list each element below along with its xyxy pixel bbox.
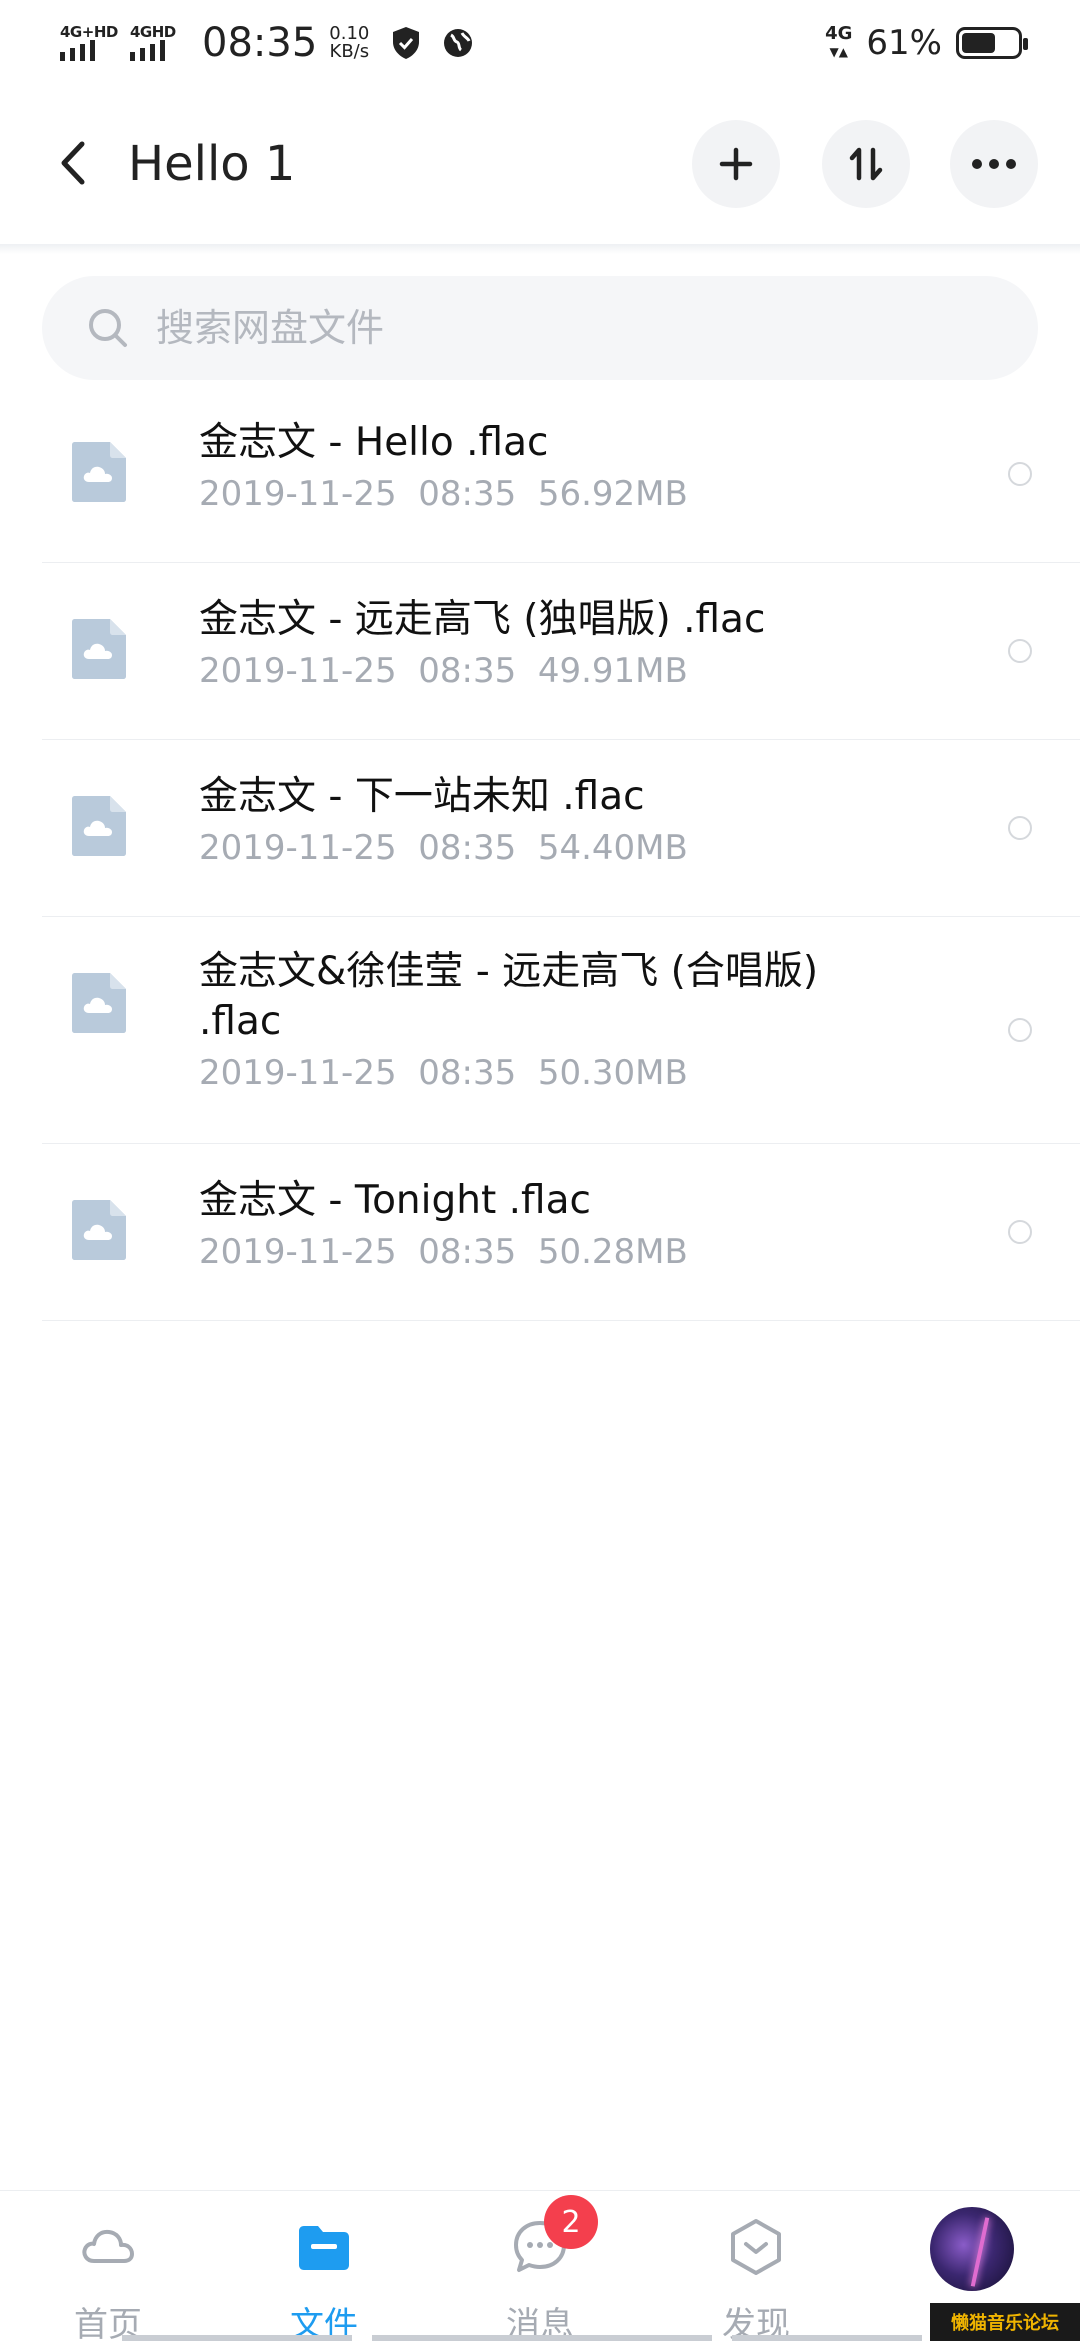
file-list: 金志文 - Hello .flac 2019-11-25 08:35 56.92M… bbox=[42, 386, 1080, 1321]
file-time: 08:35 bbox=[418, 651, 517, 691]
file-row[interactable]: 金志文 - Tonight .flac 2019-11-25 08:35 50.2… bbox=[42, 1144, 1080, 1321]
select-radio[interactable] bbox=[1008, 639, 1032, 663]
select-radio[interactable] bbox=[1008, 1018, 1032, 1042]
app-header: Hello 1 bbox=[0, 84, 1080, 244]
file-date: 2019-11-25 bbox=[199, 1232, 397, 1272]
select-radio[interactable] bbox=[1008, 462, 1032, 486]
file-text: 金志文 - Hello .flac 2019-11-25 08:35 56.92M… bbox=[199, 418, 839, 516]
file-size: 50.30MB bbox=[537, 1053, 688, 1093]
back-button[interactable] bbox=[48, 128, 98, 198]
file-text: 金志文 - Tonight .flac 2019-11-25 08:35 50.2… bbox=[199, 1176, 839, 1274]
file-time: 08:35 bbox=[418, 828, 517, 868]
file-name: 金志文 - 远走高飞 (独唱版) .flac bbox=[199, 597, 766, 642]
file-row[interactable]: 金志文 - 下一站未知 .flac 2019-11-25 08:35 54.40M… bbox=[42, 740, 1080, 917]
file-size: 54.40MB bbox=[537, 828, 688, 868]
file-date: 2019-11-25 bbox=[199, 1053, 397, 1093]
file-text: 金志文 - 下一站未知 .flac 2019-11-25 08:35 54.40M… bbox=[199, 772, 839, 870]
status-bar: 4G+HD 4GHD 08:35 0.10 KB/s 4G ▼▲ 61% bbox=[0, 0, 1080, 84]
status-right: 4G ▼▲ 61% bbox=[825, 18, 1028, 68]
network-type: 4G bbox=[825, 23, 853, 44]
file-time: 08:35 bbox=[418, 1232, 517, 1272]
file-meta: 2019-11-25 08:35 50.30MB bbox=[199, 1051, 839, 1095]
file-date: 2019-11-25 bbox=[199, 828, 397, 868]
file-cloud-icon bbox=[72, 619, 126, 679]
add-icon bbox=[719, 147, 753, 181]
file-cloud-icon bbox=[72, 442, 126, 502]
network-speed: 0.10 KB/s bbox=[329, 25, 369, 61]
message-badge: 2 bbox=[544, 2195, 598, 2249]
sim1-label: 4G+HD bbox=[60, 23, 118, 41]
file-meta: 2019-11-25 08:35 56.92MB bbox=[199, 472, 839, 516]
watermark: 懒猫音乐论坛 bbox=[930, 2303, 1080, 2341]
nav-indicator-right bbox=[732, 2335, 922, 2341]
signal-sim2-icon: 4GHD bbox=[128, 21, 186, 65]
status-left: 4G+HD 4GHD 08:35 0.10 KB/s bbox=[58, 18, 493, 68]
speed-unit: KB/s bbox=[329, 41, 370, 62]
select-radio[interactable] bbox=[1008, 1220, 1032, 1244]
file-name: 金志文 - Hello .flac bbox=[199, 420, 549, 465]
file-date: 2019-11-25 bbox=[199, 474, 397, 514]
file-date: 2019-11-25 bbox=[199, 651, 397, 691]
shield-icon bbox=[389, 26, 423, 60]
file-meta: 2019-11-25 08:35 49.91MB bbox=[199, 649, 839, 693]
discover-icon bbox=[731, 2219, 781, 2275]
tab-discover[interactable]: 发现 bbox=[696, 2217, 816, 2345]
file-row[interactable]: 金志文 - 远走高飞 (独唱版) .flac 2019-11-25 08:35 4… bbox=[42, 563, 1080, 740]
file-size: 49.91MB bbox=[537, 651, 688, 691]
search-bar[interactable] bbox=[42, 276, 1038, 380]
sort-button[interactable] bbox=[822, 120, 910, 208]
file-time: 08:35 bbox=[418, 474, 517, 514]
folder-icon bbox=[299, 2226, 349, 2270]
search-icon bbox=[89, 309, 127, 347]
battery-fill bbox=[962, 33, 995, 53]
file-name: 金志文 - Tonight .flac bbox=[199, 1178, 591, 1223]
cloud-icon bbox=[82, 2229, 134, 2263]
bottom-nav: 首页 文件 2 消息 发现 懒猫音乐论坛 bbox=[0, 2190, 1080, 2345]
file-name: 金志文 - 下一站未知 .flac bbox=[199, 774, 645, 819]
file-meta: 2019-11-25 08:35 50.28MB bbox=[199, 1230, 839, 1274]
file-name: 金志文&徐佳莹 - 远走高飞 (合唱版) .flac bbox=[199, 949, 819, 1044]
file-cloud-icon bbox=[72, 796, 126, 856]
search-input[interactable] bbox=[154, 305, 938, 351]
file-text: 金志文 - 远走高飞 (独唱版) .flac 2019-11-25 08:35 4… bbox=[199, 595, 839, 693]
tab-messages[interactable]: 2 消息 bbox=[480, 2195, 600, 2345]
globe-icon bbox=[441, 26, 475, 60]
battery-percent: 61% bbox=[866, 23, 942, 63]
add-button[interactable] bbox=[692, 120, 780, 208]
header-divider bbox=[0, 244, 1080, 254]
page-title: Hello 1 bbox=[128, 136, 296, 192]
file-cloud-icon bbox=[72, 1200, 126, 1260]
file-row[interactable]: 金志文&徐佳莹 - 远走高飞 (合唱版) .flac 2019-11-25 08:… bbox=[42, 917, 1080, 1144]
home-indicator[interactable] bbox=[372, 2335, 712, 2341]
file-cloud-icon bbox=[72, 973, 126, 1033]
chevron-left-icon bbox=[61, 141, 85, 185]
file-time: 08:35 bbox=[418, 1053, 517, 1093]
more-button[interactable] bbox=[950, 120, 1038, 208]
select-radio[interactable] bbox=[1008, 816, 1032, 840]
battery-icon bbox=[956, 27, 1028, 59]
file-size: 50.28MB bbox=[537, 1232, 688, 1272]
status-time: 08:35 bbox=[202, 20, 318, 66]
file-meta: 2019-11-25 08:35 54.40MB bbox=[199, 826, 839, 870]
tab-files[interactable]: 文件 bbox=[264, 2217, 384, 2345]
more-icon bbox=[972, 159, 1016, 169]
sim2-label: 4GHD bbox=[130, 23, 176, 41]
sort-icon bbox=[849, 147, 883, 181]
avatar[interactable] bbox=[930, 2207, 1014, 2291]
network-type-icon: 4G ▼▲ bbox=[825, 23, 853, 60]
signal-sim1-icon: 4G+HD bbox=[58, 21, 118, 65]
nav-indicator-left bbox=[122, 2335, 352, 2341]
file-row[interactable]: 金志文 - Hello .flac 2019-11-25 08:35 56.92M… bbox=[42, 386, 1080, 563]
tab-home[interactable]: 首页 bbox=[48, 2217, 168, 2345]
file-text: 金志文&徐佳莹 - 远走高飞 (合唱版) .flac 2019-11-25 08:… bbox=[199, 947, 839, 1095]
file-size: 56.92MB bbox=[537, 474, 688, 514]
